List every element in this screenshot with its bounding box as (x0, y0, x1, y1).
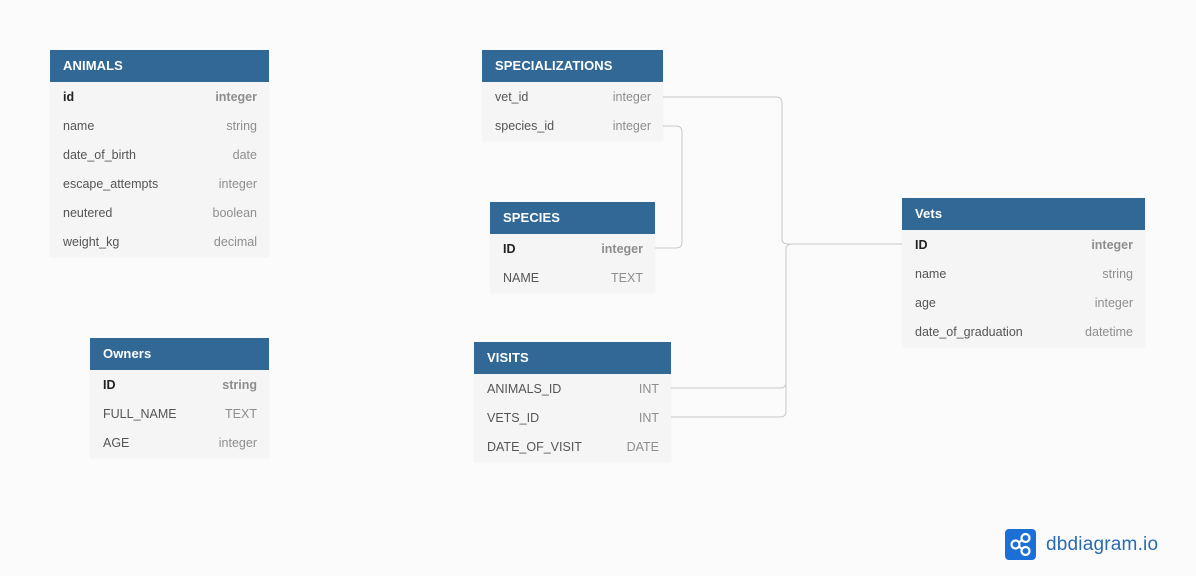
table-row[interactable]: date_of_graduation datetime (902, 317, 1145, 346)
column-type: integer (215, 89, 257, 104)
column-name: neutered (63, 205, 113, 220)
table-row[interactable]: vet_id integer (482, 82, 663, 111)
column-name: VETS_ID (487, 410, 540, 425)
column-name: vet_id (495, 89, 529, 104)
table-row[interactable]: id integer (50, 82, 269, 111)
table-header[interactable]: SPECIES (490, 202, 655, 234)
column-type: date (232, 147, 257, 162)
relation-specializations-vet-id-to-vets-id (663, 96, 902, 245)
column-type: integer (601, 241, 643, 256)
column-name: id (63, 89, 75, 104)
column-name: NAME (503, 270, 540, 285)
column-type: INT (638, 410, 659, 425)
table-row[interactable]: species_id integer (482, 111, 663, 140)
table-row[interactable]: name string (902, 259, 1145, 288)
table-row[interactable]: age integer (902, 288, 1145, 317)
column-type: datetime (1085, 324, 1133, 339)
column-name: FULL_NAME (103, 406, 177, 421)
column-name: escape_attempts (63, 176, 159, 191)
table-row[interactable]: FULL_NAME TEXT (90, 399, 269, 428)
column-type: boolean (212, 205, 258, 220)
relation-specializations-species-id-to-species-id (655, 125, 683, 249)
table-row[interactable]: weight_kg decimal (50, 227, 269, 256)
table-row[interactable]: NAME TEXT (490, 263, 655, 292)
diagram-canvas[interactable]: ANIMALS id integer name string date_of_b… (0, 0, 1196, 576)
table-row[interactable]: escape_attempts integer (50, 169, 269, 198)
column-type: integer (218, 435, 257, 450)
column-type: TEXT (225, 406, 257, 421)
table-owners[interactable]: Owners ID string FULL_NAME TEXT AGE inte… (90, 338, 269, 457)
table-species[interactable]: SPECIES ID integer NAME TEXT (490, 202, 655, 292)
table-header[interactable]: Vets (902, 198, 1145, 230)
table-header[interactable]: ANIMALS (50, 50, 269, 82)
table-header[interactable]: VISITS (474, 342, 671, 374)
column-type: integer (612, 89, 651, 104)
column-name: AGE (103, 435, 130, 450)
table-row[interactable]: DATE_OF_VISIT DATE (474, 432, 671, 461)
table-animals[interactable]: ANIMALS id integer name string date_of_b… (50, 50, 269, 256)
relation-visits-animals-id-to-vets-id (671, 243, 902, 389)
dbdiagram-brand-link[interactable]: dbdiagram.io (1005, 529, 1158, 560)
column-name: name (915, 266, 947, 281)
column-type: TEXT (611, 270, 643, 285)
table-row[interactable]: date_of_birth date (50, 140, 269, 169)
column-name: DATE_OF_VISIT (487, 439, 582, 454)
brand-name: dbdiagram.io (1046, 533, 1159, 555)
column-type: string (1102, 266, 1133, 281)
table-row[interactable]: AGE integer (90, 428, 269, 457)
table-row[interactable]: ID integer (902, 230, 1145, 259)
column-name: ID (503, 241, 516, 256)
column-type: INT (638, 381, 659, 396)
table-row[interactable]: ANIMALS_ID INT (474, 374, 671, 403)
column-name: ANIMALS_ID (487, 381, 562, 396)
table-row[interactable]: ID integer (490, 234, 655, 263)
table-row[interactable]: ID string (90, 370, 269, 399)
column-type: integer (218, 176, 257, 191)
table-specializations[interactable]: SPECIALIZATIONS vet_id integer species_i… (482, 50, 663, 140)
column-name: ID (103, 377, 116, 392)
table-visits[interactable]: VISITS ANIMALS_ID INT VETS_ID INT DATE_O… (474, 342, 671, 461)
share-nodes-icon (1005, 529, 1036, 560)
table-header[interactable]: Owners (90, 338, 269, 370)
column-type: integer (1091, 237, 1133, 252)
column-name: age (915, 295, 936, 310)
table-row[interactable]: neutered boolean (50, 198, 269, 227)
table-row[interactable]: name string (50, 111, 269, 140)
column-name: weight_kg (63, 234, 120, 249)
table-vets[interactable]: Vets ID integer name string age integer … (902, 198, 1145, 346)
column-type: decimal (213, 234, 257, 249)
column-name: date_of_graduation (915, 324, 1023, 339)
column-name: date_of_birth (63, 147, 136, 162)
column-name: ID (915, 237, 928, 252)
table-header[interactable]: SPECIALIZATIONS (482, 50, 663, 82)
column-name: species_id (495, 118, 555, 133)
column-type: DATE (626, 439, 659, 454)
column-type: integer (612, 118, 651, 133)
table-row[interactable]: VETS_ID INT (474, 403, 671, 432)
relation-visits-vets-id-to-vets-id (671, 250, 787, 418)
column-name: name (63, 118, 95, 133)
column-type: string (226, 118, 257, 133)
column-type: integer (1094, 295, 1133, 310)
column-type: string (222, 377, 257, 392)
